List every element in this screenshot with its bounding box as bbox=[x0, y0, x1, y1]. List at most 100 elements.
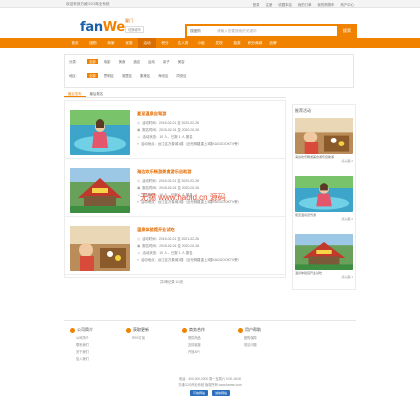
event-addr-value: 台江区万象城1楼（近光明路重上3楼KAGOOOKTV旁） bbox=[157, 258, 241, 262]
footer-link[interactable]: 联系我们 bbox=[70, 342, 124, 347]
event-title[interactable]: 夏至温泉自驾游 bbox=[137, 111, 166, 117]
my-orders-link[interactable]: 我的订单 bbox=[298, 2, 312, 7]
event-time-value: 2015-02-01 至 2020-02-26 bbox=[158, 121, 199, 125]
merchant-center-link[interactable]: 商户中心 bbox=[340, 2, 354, 7]
area-filter-label: 地区: bbox=[69, 74, 77, 78]
favorite-link[interactable]: 收藏本站 bbox=[278, 2, 292, 7]
footer-column-title: 获取更新 bbox=[126, 327, 180, 333]
sidebar-event[interactable]: 海边欢乐畅游美食游乐自助游 感兴趣 2 bbox=[295, 118, 353, 163]
event-signup-label: 报名时间 bbox=[142, 186, 156, 190]
footer-link[interactable]: 提供商品 bbox=[182, 335, 236, 340]
switch-city-button[interactable]: 切换城市 bbox=[125, 26, 144, 33]
sort-tab[interactable]: 最后报名 bbox=[86, 91, 108, 97]
footer-column-title-text: 商务合作 bbox=[189, 327, 205, 332]
filter-option[interactable]: 全部 bbox=[87, 59, 98, 64]
event-status-value: 10 人，已报 1 人 报名 bbox=[159, 251, 193, 255]
register-link[interactable]: 注册 bbox=[266, 2, 273, 7]
event-addr-label: 活动地点 bbox=[140, 258, 155, 262]
filter-option[interactable]: 运动 bbox=[146, 59, 157, 64]
nav-item[interactable]: 小组 bbox=[192, 38, 210, 48]
footer-contact: 电话：400-000-0000 周一至周六 9:00-18:00 bbox=[178, 377, 242, 381]
nav-item[interactable]: 积分商城 bbox=[246, 38, 264, 48]
footer-link[interactable]: RSS订阅 bbox=[126, 335, 180, 340]
nav-item[interactable]: 抽奖 bbox=[228, 38, 246, 48]
event-image[interactable] bbox=[70, 226, 130, 271]
event-image[interactable] bbox=[70, 110, 130, 155]
welcome-text: 欢迎来到方维O2O商业系统 bbox=[66, 2, 110, 6]
filter-option[interactable]: 亲子 bbox=[161, 59, 172, 64]
trusted-site-badge[interactable]: 可信网站 bbox=[189, 390, 208, 396]
footer-column-icon bbox=[182, 327, 187, 333]
filter-option[interactable]: 思明区 bbox=[102, 73, 116, 78]
nav-item[interactable]: 团购 bbox=[84, 38, 102, 48]
footer-column: 公司简介 公司简介 联系我们 关于我们 加入我们 bbox=[70, 327, 124, 361]
event-status-line: ☺ 活动状态：10 人，已报 1 人 报名 bbox=[137, 135, 193, 139]
pagination[interactable]: 共3条记录 1/1页 bbox=[160, 279, 183, 284]
event-signup-value: 2015-02-01 至 2020-02-26 bbox=[159, 128, 200, 132]
sidebar-event-image[interactable] bbox=[295, 118, 353, 154]
event-status-line: ☺ 活动状态：10 人，已报 1 人 报名 bbox=[137, 251, 193, 255]
calendar-icon: ▣ bbox=[137, 244, 141, 248]
logo[interactable]: fanWe bbox=[80, 20, 125, 35]
footer-link[interactable]: 公司简介 bbox=[70, 335, 124, 340]
footer-column-title-text: 公司简介 bbox=[77, 327, 93, 332]
login-link[interactable]: 登录 bbox=[253, 2, 260, 7]
footer-link[interactable]: 团购保障 bbox=[238, 335, 292, 340]
search-input[interactable]: 请输入您要搜索的关键词 bbox=[217, 29, 257, 34]
footer-copyright: 方维O2O商业系统 版权所有 www.fanwe.com bbox=[178, 383, 242, 387]
event-time-line: ◷ 活动时间：2015-02-01 至 2020-02-26 bbox=[137, 121, 199, 125]
footer-link[interactable]: 友情链接 bbox=[182, 342, 236, 347]
nav-item[interactable]: 达人秀 bbox=[174, 38, 192, 48]
footer: 电话：400-000-0000 周一至周六 9:00-18:00 方维O2O商业… bbox=[0, 376, 420, 396]
user-icon: ☺ bbox=[137, 135, 141, 139]
footer-column-title: 商务合作 bbox=[182, 327, 236, 333]
nav-item[interactable]: 品牌 bbox=[264, 38, 282, 48]
watermark: 无锡 www.haoid.cn 源码 bbox=[140, 193, 226, 202]
footer-link[interactable]: 常见问题 bbox=[238, 342, 292, 347]
footer-link[interactable]: 关于我们 bbox=[70, 349, 124, 354]
filter-option[interactable]: 集美区 bbox=[138, 73, 152, 78]
search-button[interactable]: 搜索 bbox=[337, 24, 357, 38]
sidebar-event[interactable]: 温泉体验馆开业试吃 感兴趣 1 bbox=[295, 234, 353, 279]
event-time-label: 活动时间 bbox=[141, 121, 156, 125]
nav-item[interactable]: 发现 bbox=[210, 38, 228, 48]
event-card[interactable]: 海边欢乐畅游美食游乐自助游 ◷ 活动时间：2015-02-01 至 2020-02-… bbox=[65, 161, 285, 217]
filter-option[interactable]: 美容 bbox=[176, 59, 187, 64]
filter-option[interactable]: 美食 bbox=[117, 59, 128, 64]
filter-option[interactable]: 电影 bbox=[102, 59, 113, 64]
filter-option[interactable]: 全部 bbox=[87, 73, 98, 78]
filter-option[interactable]: 同安区 bbox=[174, 73, 188, 78]
filter-option[interactable]: 酒店 bbox=[131, 59, 142, 64]
sidebar-event-image[interactable] bbox=[295, 234, 353, 270]
city-name: 厦门 bbox=[125, 18, 134, 23]
event-title[interactable]: 海边欢乐畅游美食游乐自助游 bbox=[137, 169, 191, 175]
event-time-value: 2015-02-01 至 2020-02-26 bbox=[158, 179, 199, 183]
cart-link[interactable]: 我的购物车 bbox=[317, 2, 334, 7]
nav-item[interactable]: 积分 bbox=[156, 38, 174, 48]
nav-item[interactable]: 首页 bbox=[66, 38, 84, 48]
main-nav: 首页 团购 商家 优惠 活动 积分 达人秀 小组 发现 抽奖 积分商城 品牌 bbox=[0, 38, 420, 48]
event-signup-line: ▣ 报名时间：2015-02-01 至 2020-02-26 bbox=[137, 186, 200, 190]
sidebar-event-image[interactable] bbox=[295, 176, 353, 212]
recommended-sidebar: 推荐活动 海边欢乐畅游美食游乐自助游 感兴趣 2 夏至温泉自驾游 感兴趣 2 温泉体验馆… bbox=[292, 104, 356, 290]
search-type-select[interactable]: 搜团购 bbox=[190, 29, 201, 34]
sort-tab[interactable]: 最近发布 bbox=[64, 91, 86, 97]
credit-site-badge[interactable]: 诚信网站 bbox=[212, 390, 231, 396]
filter-option[interactable]: 海沧区 bbox=[156, 73, 170, 78]
nav-item[interactable]: 优惠 bbox=[120, 38, 138, 48]
footer-link[interactable]: 加入我们 bbox=[70, 356, 124, 361]
event-addr-line: ⌖ 活动地点：台江区万象城1楼（近光明路重上3楼KAGOOOKTV旁） bbox=[137, 258, 241, 262]
event-addr-line: ⌖ 活动地点：台江区万象城1楼（近光明路重上3楼KAGOOOKTV旁） bbox=[137, 142, 241, 146]
event-card[interactable]: 温泉体验馆开业试吃 ◷ 活动时间：2015-02-01 至 2021-02-26 ▣ 报… bbox=[65, 219, 285, 275]
event-image[interactable] bbox=[70, 168, 130, 213]
sidebar-event[interactable]: 夏至温泉自驾游 感兴趣 2 bbox=[295, 176, 353, 221]
event-title[interactable]: 温泉体验馆开业试吃 bbox=[137, 227, 175, 233]
filter-option[interactable]: 湖里区 bbox=[120, 73, 134, 78]
event-signup-value: 2015-02-01 至 2020-02-26 bbox=[159, 244, 200, 248]
nav-item[interactable]: 活动 bbox=[138, 38, 156, 48]
footer-link[interactable]: 开放API bbox=[182, 349, 236, 354]
event-signup-label: 报名时间 bbox=[142, 128, 156, 132]
city-selector[interactable]: 厦门 切换城市 bbox=[125, 18, 144, 33]
nav-item[interactable]: 商家 bbox=[102, 38, 120, 48]
event-card[interactable]: 夏至温泉自驾游 ◷ 活动时间：2015-02-01 至 2020-02-26 ▣ 报名时… bbox=[65, 103, 285, 159]
